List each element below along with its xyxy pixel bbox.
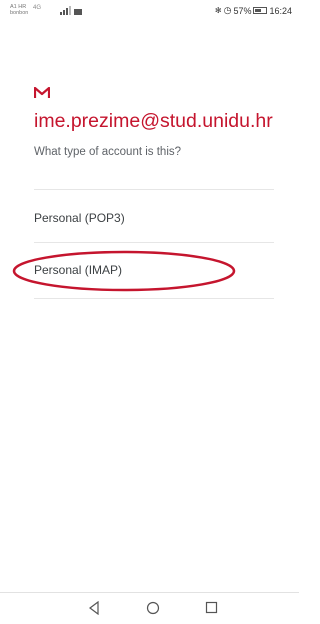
network-type-label: 4G: [33, 5, 42, 11]
battery-percent: 57%: [233, 5, 252, 16]
signal-icon: [60, 6, 71, 15]
account-email: ime.prezime@stud.unidu.hr: [34, 110, 273, 132]
network-icons: [60, 6, 82, 15]
divider: [34, 242, 274, 243]
back-icon[interactable]: [88, 600, 100, 620]
alarm-icon: ◷: [223, 5, 232, 15]
recents-icon[interactable]: [205, 601, 218, 619]
gmail-m-icon: [33, 86, 51, 104]
carrier-label: A1 HR bonbon: [10, 4, 28, 16]
divider: [34, 298, 274, 299]
navigation-bar: [0, 592, 299, 624]
status-time: 16:24: [269, 5, 292, 16]
divider: [34, 189, 274, 190]
carrier-subname: bonbon: [10, 10, 29, 16]
status-right: ✻ ◷ 57% 16:24: [215, 5, 292, 16]
battery-fill: [255, 9, 262, 12]
highlight-ellipse: [12, 250, 236, 292]
home-icon[interactable]: [146, 601, 160, 620]
option-pop3[interactable]: Personal (POP3): [34, 211, 125, 225]
status-bar: A1 HR bonbon 4G ✻ ◷ 57% 16:24: [0, 0, 299, 22]
mail-notification-icon: [74, 9, 82, 15]
vibrate-icon: ✻: [214, 6, 222, 15]
battery-icon: [253, 7, 268, 14]
account-type-question: What type of account is this?: [34, 146, 182, 158]
